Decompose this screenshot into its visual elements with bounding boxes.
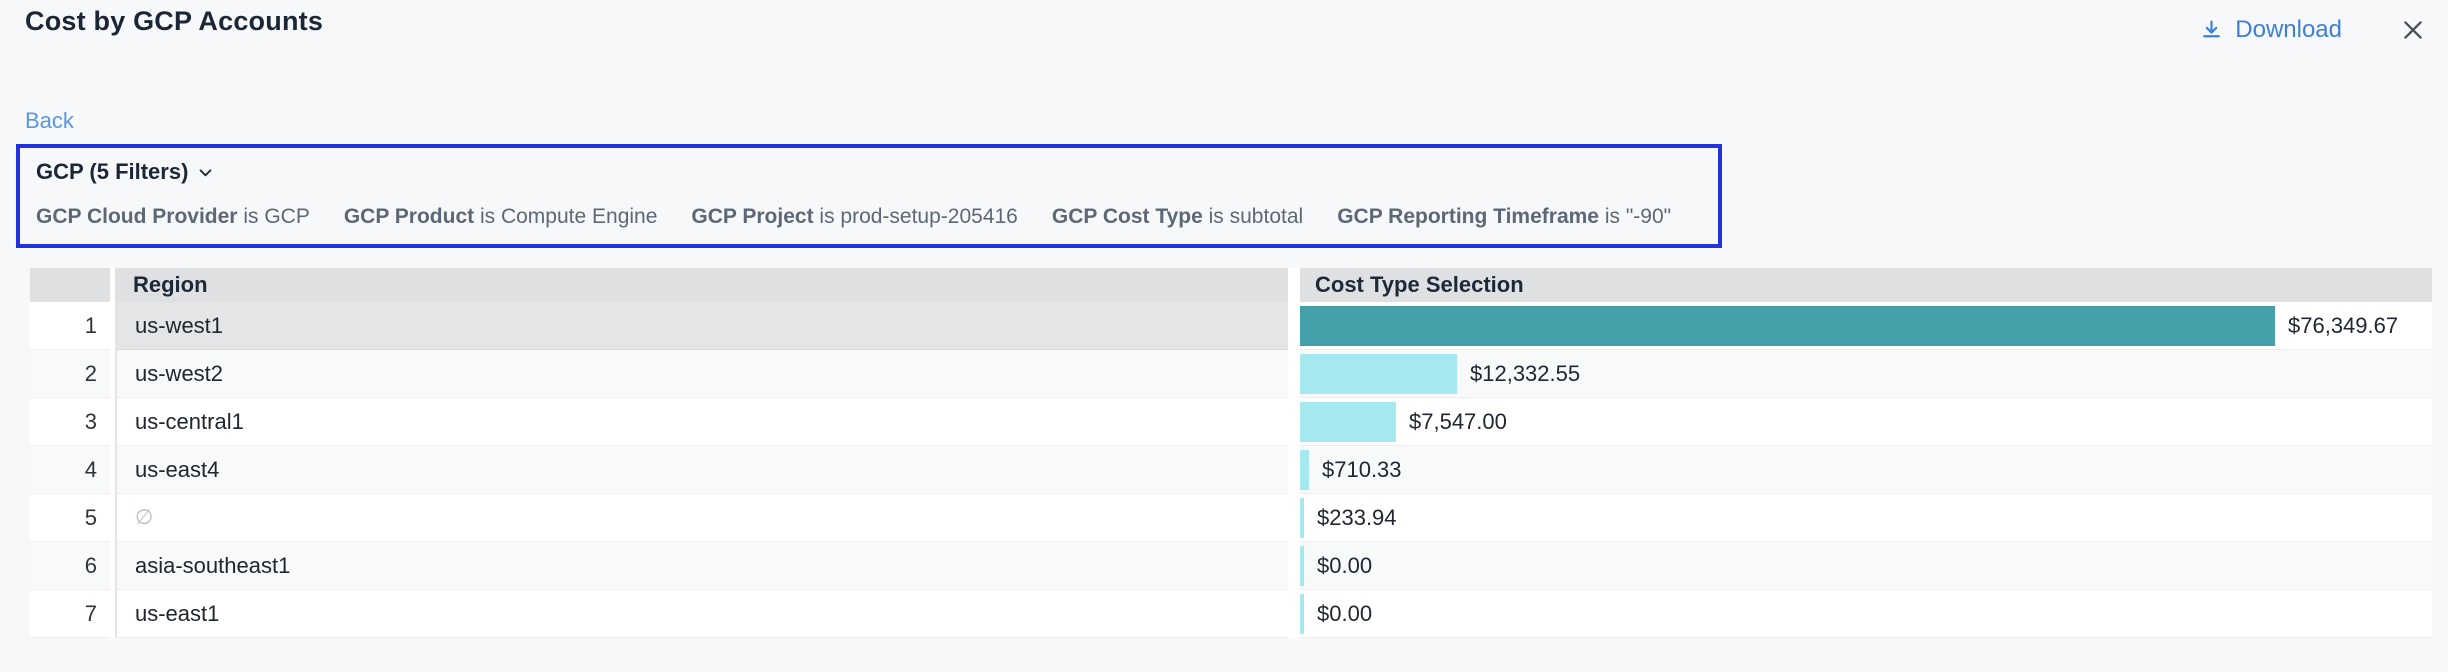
row-index: 2 — [30, 350, 110, 398]
cost-bar — [1300, 546, 1304, 586]
region-cell[interactable]: us-central1 — [115, 398, 1288, 446]
filter-condition-value: is "-90" — [1599, 205, 1671, 228]
column-gap — [1288, 446, 1300, 494]
cost-value: $0.00 — [1317, 553, 1372, 579]
table-row: 2us-west2 $12,332.55 — [30, 350, 2432, 398]
chevron-down-icon — [197, 164, 214, 181]
row-index: 1 — [30, 302, 110, 350]
table-row: 6asia-southeast1 $0.00 — [30, 542, 2432, 590]
cost-cell[interactable]: $0.00 — [1300, 542, 2432, 590]
region-cell[interactable]: asia-southeast1 — [115, 542, 1288, 590]
filter-condition: GCP Cloud Provider is GCP — [36, 205, 310, 229]
filter-field-name: GCP Cost Type — [1052, 205, 1203, 228]
filter-box: GCP (5 Filters) GCP Cloud Provider is GC… — [16, 144, 1722, 248]
page-title: Cost by GCP Accounts — [25, 6, 323, 37]
cost-value: $12,332.55 — [1470, 361, 1580, 387]
column-header-region[interactable]: Region — [115, 268, 1288, 302]
cost-cell[interactable]: $710.33 — [1300, 446, 2432, 494]
filter-field-name: GCP Product — [344, 205, 474, 228]
cost-cell[interactable]: $7,547.00 — [1300, 398, 2432, 446]
topbar-actions: Download — [2199, 8, 2426, 52]
table-body: 1us-west1$76,349.672us-west2$12,332.553u… — [30, 302, 2432, 638]
row-index: 3 — [30, 398, 110, 446]
column-gap — [1288, 350, 1300, 398]
region-cell[interactable]: ∅ — [115, 494, 1288, 542]
filter-field-name: GCP Reporting Timeframe — [1337, 205, 1599, 228]
row-index: 4 — [30, 446, 110, 494]
cost-value: $7,547.00 — [1409, 409, 1507, 435]
filter-list: GCP Cloud Provider is GCP GCP Product is … — [36, 205, 1671, 229]
table-row: 4us-east4 $710.33 — [30, 446, 2432, 494]
filter-condition-value: is Compute Engine — [474, 205, 657, 228]
column-gap — [1288, 398, 1300, 446]
column-gap — [1288, 268, 1300, 302]
cost-cell[interactable]: $76,349.67 — [1300, 302, 2432, 350]
filter-condition: GCP Project is prod-setup-205416 — [691, 205, 1017, 229]
cost-value: $233.94 — [1317, 505, 1397, 531]
cost-bar — [1300, 498, 1304, 538]
table-row: 3us-central1 $7,547.00 — [30, 398, 2432, 446]
cost-bar — [1300, 402, 1396, 442]
table-row: 1us-west1 $76,349.67 — [30, 302, 2432, 350]
cost-bar — [1300, 306, 2275, 346]
row-index: 5 — [30, 494, 110, 542]
cost-value: $710.33 — [1322, 457, 1402, 483]
download-icon — [2199, 18, 2224, 43]
column-gap — [1288, 494, 1300, 542]
filter-field-name: GCP Cloud Provider — [36, 205, 237, 228]
region-cell[interactable]: us-west2 — [115, 350, 1288, 398]
filter-field-name: GCP Project — [691, 205, 813, 228]
row-index: 6 — [30, 542, 110, 590]
table-header-row: Region Cost Type Selection — [30, 268, 2432, 302]
region-cell[interactable]: us-west1 — [115, 302, 1288, 350]
column-gap — [1288, 590, 1300, 638]
filter-summary-dropdown[interactable]: GCP (5 Filters) — [36, 159, 214, 185]
row-index: 7 — [30, 590, 110, 638]
filter-condition: GCP Cost Type is subtotal — [1052, 205, 1303, 229]
cost-cell[interactable]: $12,332.55 — [1300, 350, 2432, 398]
filter-condition-value: is subtotal — [1203, 205, 1303, 228]
table-row: 7us-east1 $0.00 — [30, 590, 2432, 638]
region-cell[interactable]: us-east1 — [115, 590, 1288, 638]
column-header-cost[interactable]: Cost Type Selection — [1300, 268, 2432, 302]
filter-condition-value: is GCP — [237, 205, 309, 228]
table-row: 5∅ $233.94 — [30, 494, 2432, 542]
cost-cell[interactable]: $0.00 — [1300, 590, 2432, 638]
column-gap — [1288, 542, 1300, 590]
region-cell[interactable]: us-east4 — [115, 446, 1288, 494]
cost-value: $0.00 — [1317, 601, 1372, 627]
filter-summary-label: GCP (5 Filters) — [36, 159, 188, 185]
download-label: Download — [2235, 16, 2342, 44]
filter-condition: GCP Reporting Timeframe is "-90" — [1337, 205, 1671, 229]
cost-table: Region Cost Type Selection 1us-west1 $76,… — [30, 268, 2432, 638]
back-link[interactable]: Back — [25, 108, 74, 134]
cost-cell[interactable]: $233.94 — [1300, 494, 2432, 542]
cost-value: $76,349.67 — [2288, 313, 2398, 339]
column-gap — [1288, 302, 1300, 350]
close-icon[interactable] — [2400, 17, 2426, 43]
filter-condition: GCP Product is Compute Engine — [344, 205, 658, 229]
filter-condition-value: is prod-setup-205416 — [814, 205, 1018, 228]
cost-bar — [1300, 354, 1457, 394]
download-button[interactable]: Download — [2199, 16, 2342, 44]
cost-bar — [1300, 594, 1304, 634]
column-header-index — [30, 268, 110, 302]
cost-bar — [1300, 450, 1309, 490]
